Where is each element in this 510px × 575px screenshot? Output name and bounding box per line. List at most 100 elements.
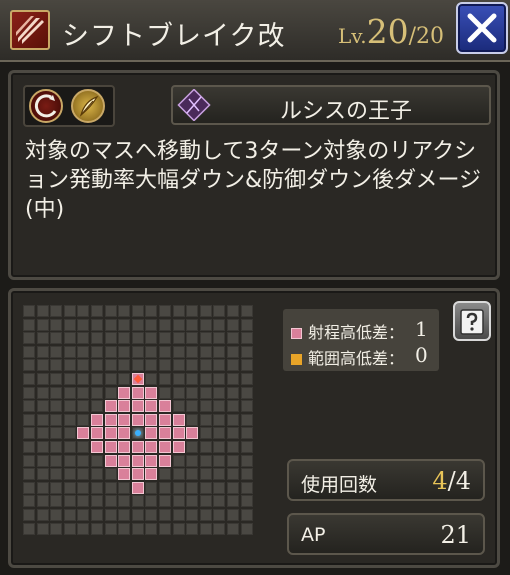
grid-cell [77, 332, 90, 345]
grid-cell [213, 495, 226, 508]
grid-cell [118, 305, 131, 317]
grid-cell [36, 345, 49, 358]
grid-cell [159, 495, 171, 508]
grid-cell [50, 427, 63, 440]
grid-cell [118, 345, 131, 358]
legend-label: 射程高低差： [308, 323, 405, 342]
grid-cell [213, 427, 226, 440]
grid-cell [172, 481, 185, 494]
grid-cell [91, 481, 103, 494]
grid-cell [186, 481, 199, 494]
grid-cell [199, 509, 212, 521]
grid-cell [213, 509, 226, 521]
grid-cell [118, 318, 131, 331]
grid-cell [36, 481, 49, 494]
grid-cell [159, 481, 171, 494]
help-button[interactable] [453, 301, 491, 341]
grid-cell [50, 386, 63, 399]
level-label: Lv. [338, 24, 367, 48]
grid-cell [186, 522, 199, 535]
grid-cell [172, 495, 185, 508]
close-button[interactable] [456, 2, 508, 54]
grid-cell [240, 481, 253, 494]
legend-range-height: 射程高低差： 1 [291, 317, 428, 343]
grid-cell [199, 495, 212, 508]
range-cell [131, 468, 144, 481]
grid-cell [213, 468, 226, 481]
grid-cell [36, 373, 49, 385]
grid-cell [240, 318, 253, 331]
grid-cell [36, 400, 49, 413]
grid-cell [50, 373, 63, 385]
grid-cell [91, 332, 103, 345]
grid-cell [159, 386, 171, 399]
grid-cell [240, 468, 253, 481]
grid-cell [91, 359, 103, 372]
grid-cell [36, 509, 49, 521]
grid-cell [240, 305, 253, 317]
grid-cell [23, 509, 35, 521]
grid-cell [172, 400, 185, 413]
grid-cell [145, 305, 158, 317]
area-swatch [291, 354, 302, 365]
grid-cell [172, 345, 185, 358]
range-cell [145, 413, 158, 426]
grid-cell [227, 373, 239, 385]
grid-cell [50, 359, 63, 372]
range-cell [104, 427, 117, 440]
grid-cell [91, 305, 103, 317]
grid-cell [63, 305, 76, 317]
grid-cell [172, 386, 185, 399]
grid-cell [77, 373, 90, 385]
grid-cell [50, 495, 63, 508]
grid-cell [77, 400, 90, 413]
grid-cell [159, 318, 171, 331]
grid-cell [50, 305, 63, 317]
range-grid [23, 305, 263, 557]
grid-cell [186, 305, 199, 317]
grid-cell [77, 386, 90, 399]
grid-cell [186, 468, 199, 481]
grid-cell [227, 359, 239, 372]
grid-cell [199, 400, 212, 413]
grid-cell [145, 495, 158, 508]
grid-cell [227, 305, 239, 317]
grid-cell [172, 332, 185, 345]
grid-cell [213, 318, 226, 331]
uses-value: 4/4 [432, 467, 471, 495]
grid-cell [77, 468, 90, 481]
grid-cell [23, 468, 35, 481]
grid-cell [213, 441, 226, 453]
grid-cell [50, 345, 63, 358]
grid-cell [104, 481, 117, 494]
grid-cell [213, 345, 226, 358]
grid-cell [240, 454, 253, 467]
grid-cell [63, 386, 76, 399]
grid-cell [77, 359, 90, 372]
grid-cell [77, 509, 90, 521]
grid-cell [159, 359, 171, 372]
grid-cell [145, 481, 158, 494]
grid-cell [63, 332, 76, 345]
grid-cell [23, 359, 35, 372]
grid-cell [118, 509, 131, 521]
grid-cell [172, 305, 185, 317]
grid-cell [23, 305, 35, 317]
grid-cell [63, 427, 76, 440]
grid-cell [118, 481, 131, 494]
grid-cell [77, 318, 90, 331]
grid-cell [104, 468, 117, 481]
help-book-icon [460, 309, 484, 335]
grid-cell [172, 373, 185, 385]
character-name-box: ルシスの王子 [171, 85, 491, 125]
grid-cell [23, 400, 35, 413]
grid-cell [227, 427, 239, 440]
range-cell [118, 413, 131, 426]
grid-cell [199, 454, 212, 467]
grid-cell [186, 441, 199, 453]
grid-cell [213, 481, 226, 494]
grid-cell [23, 373, 35, 385]
jump-icon [29, 89, 63, 123]
grid-cell [77, 305, 90, 317]
range-cell [159, 427, 171, 440]
